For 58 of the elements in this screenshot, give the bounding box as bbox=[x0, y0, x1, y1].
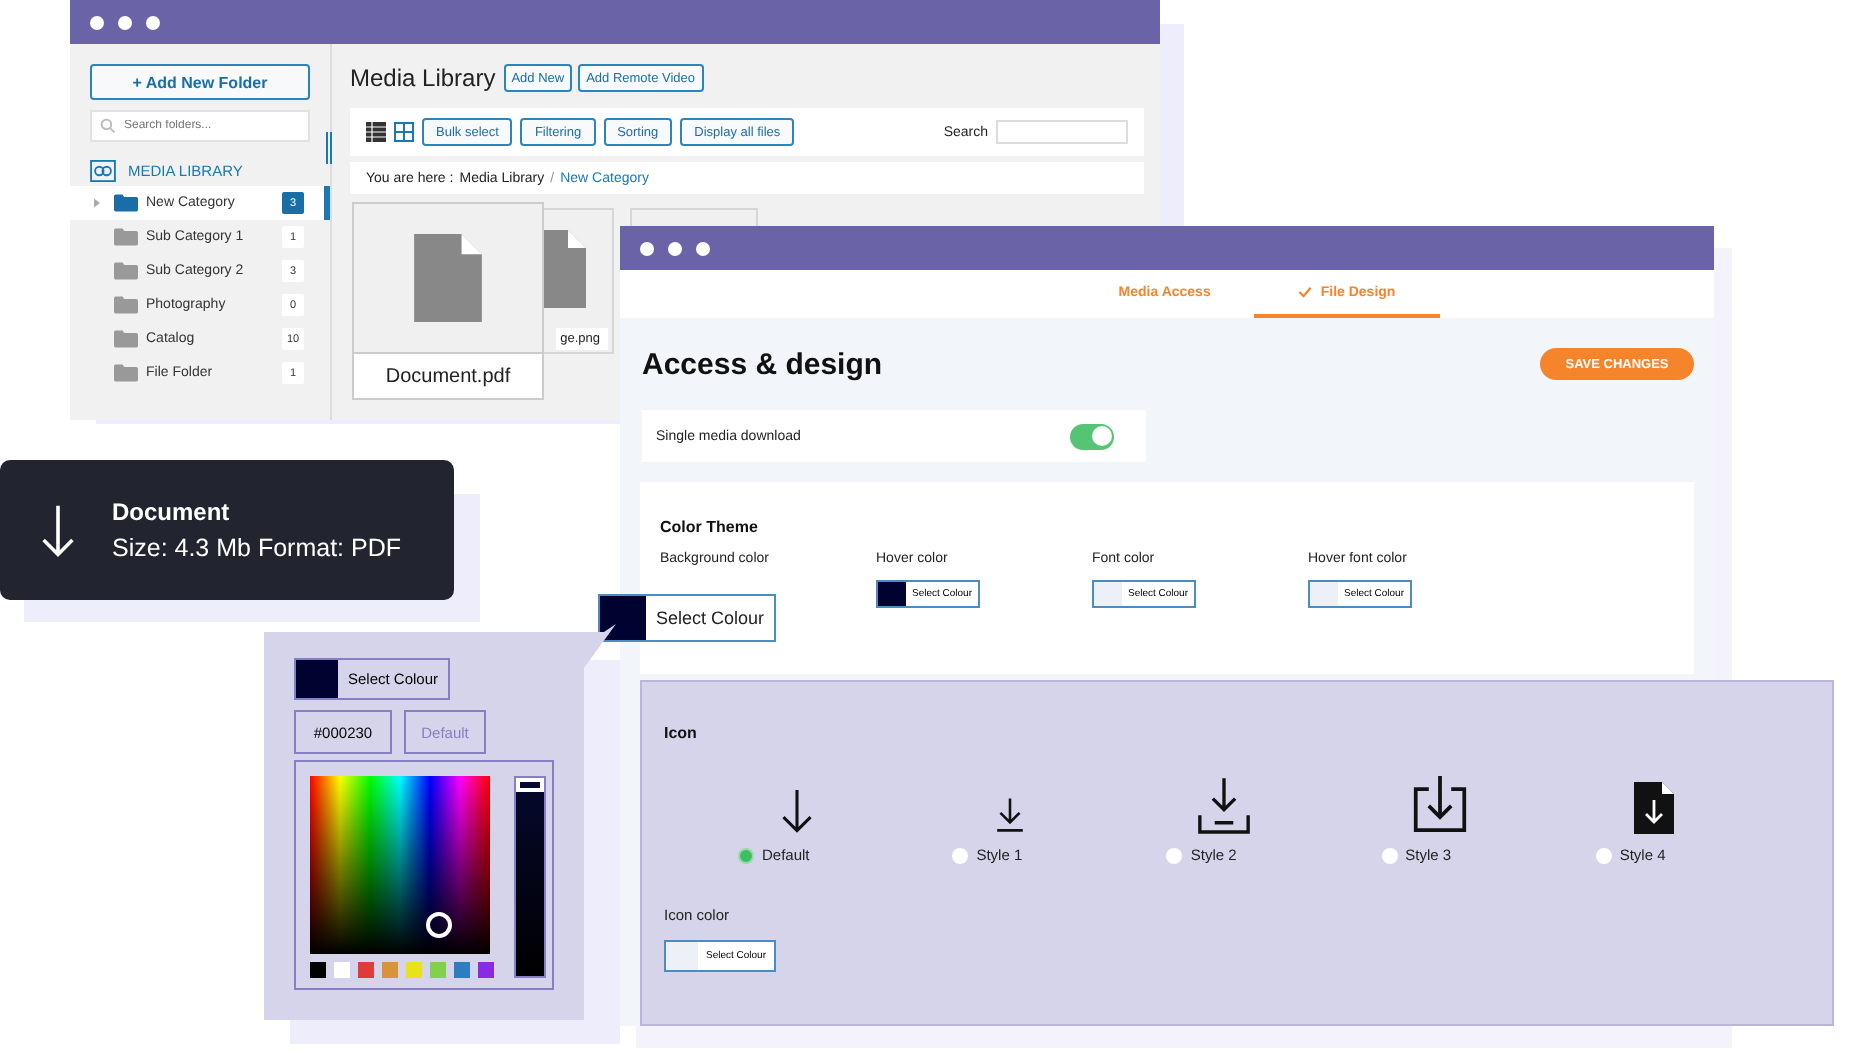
folder-icon bbox=[114, 262, 138, 280]
colour-swatch bbox=[296, 660, 338, 698]
preset-swatch[interactable] bbox=[478, 962, 494, 978]
download-arrow-icon bbox=[40, 503, 76, 557]
file-card[interactable]: Document.pdf bbox=[352, 202, 544, 400]
tooltip-title: Document bbox=[112, 498, 232, 526]
folder-icon bbox=[114, 228, 138, 246]
preset-swatch[interactable] bbox=[430, 962, 446, 978]
radio-button[interactable] bbox=[952, 847, 969, 863]
add-folder-button[interactable]: + Add New Folder bbox=[90, 64, 310, 100]
radio-button[interactable] bbox=[1381, 847, 1398, 863]
folder-icon bbox=[114, 330, 138, 348]
search-input[interactable] bbox=[996, 120, 1128, 144]
file-icon bbox=[414, 234, 482, 322]
window-dot[interactable] bbox=[146, 15, 160, 29]
folder-icon bbox=[114, 296, 138, 314]
preset-swatch[interactable] bbox=[334, 962, 350, 978]
window-dot[interactable] bbox=[668, 241, 682, 255]
preset-swatch[interactable] bbox=[454, 962, 470, 978]
preset-swatch[interactable] bbox=[310, 962, 326, 978]
library-icon bbox=[90, 160, 116, 182]
file-icon bbox=[544, 230, 586, 308]
preset-swatch[interactable] bbox=[406, 962, 422, 978]
section-title: Icon bbox=[664, 724, 699, 742]
section-title: Color Theme bbox=[660, 518, 760, 536]
window-dot[interactable] bbox=[696, 241, 710, 255]
file-name: Document.pdf bbox=[354, 352, 542, 398]
colour-spectrum[interactable] bbox=[310, 776, 490, 954]
window-dot[interactable] bbox=[118, 15, 132, 29]
folder-icon bbox=[114, 364, 138, 382]
preset-swatch[interactable] bbox=[358, 962, 374, 978]
slider-thumb[interactable] bbox=[516, 778, 544, 792]
tooltip-details: Size: 4.3 Mb Format: PDF bbox=[112, 534, 401, 562]
radio-button[interactable] bbox=[1166, 847, 1183, 863]
file-thumbnail[interactable] bbox=[630, 208, 758, 226]
download-icon bbox=[994, 798, 1027, 834]
download-tray-icon bbox=[1198, 778, 1251, 834]
grid-view-icon[interactable] bbox=[394, 122, 414, 142]
folder-icon bbox=[114, 194, 138, 212]
resize-handle[interactable] bbox=[326, 132, 334, 164]
radio-button[interactable] bbox=[738, 847, 754, 863]
download-box-icon bbox=[1411, 774, 1468, 834]
brightness-slider[interactable] bbox=[514, 776, 546, 978]
down-arrow-icon bbox=[779, 790, 813, 834]
select-colour-button[interactable]: Select Colour bbox=[598, 594, 776, 642]
window-dot[interactable] bbox=[90, 15, 104, 29]
caret-icon bbox=[94, 198, 100, 208]
page-heading: Access & design bbox=[642, 347, 883, 381]
list-view-icon[interactable] bbox=[366, 122, 386, 142]
preset-swatch[interactable] bbox=[382, 962, 398, 978]
page-title: Media Library bbox=[350, 64, 496, 92]
window-dot[interactable] bbox=[640, 241, 654, 255]
search-icon bbox=[100, 118, 116, 134]
picker-handle[interactable] bbox=[426, 912, 452, 938]
toggle-switch[interactable] bbox=[1070, 423, 1114, 449]
radio-button[interactable] bbox=[1595, 847, 1612, 863]
check-icon bbox=[1298, 286, 1313, 298]
file-download-icon bbox=[1633, 782, 1674, 834]
